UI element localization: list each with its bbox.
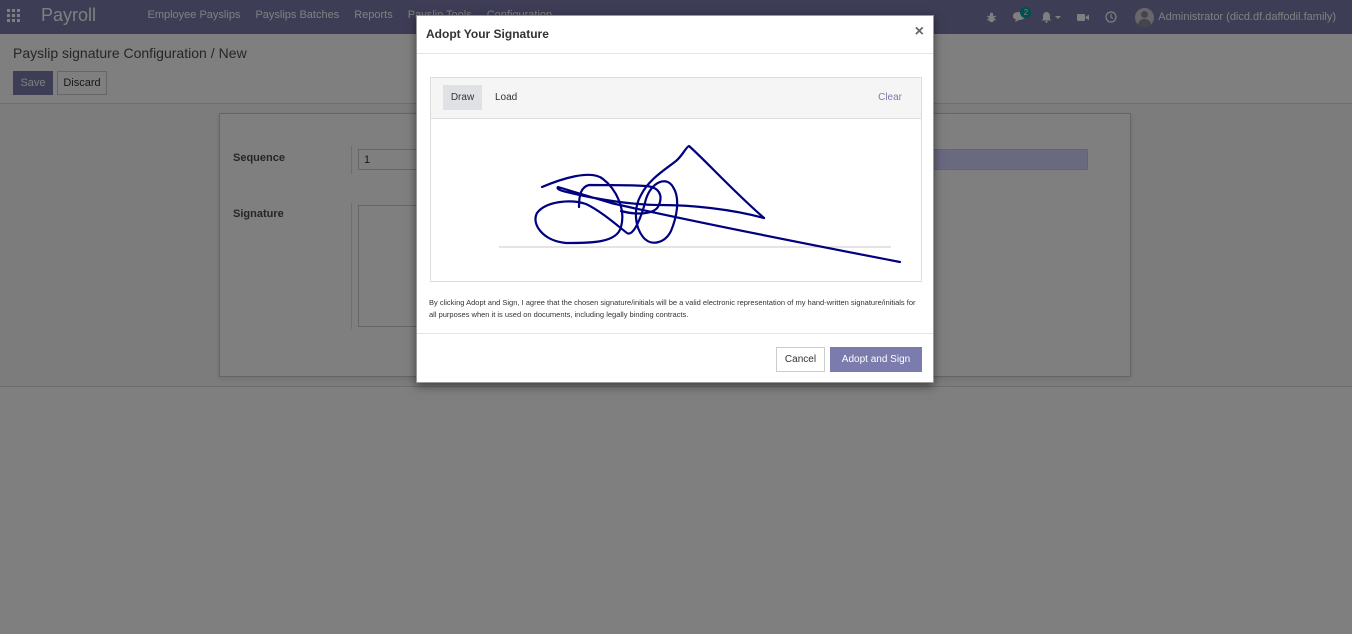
cancel-button[interactable]: Cancel [776, 347, 825, 372]
signature-canvas[interactable] [431, 119, 921, 281]
load-mode-button[interactable]: Load [488, 85, 524, 110]
signature-toolbar: Draw Load Clear [431, 78, 921, 119]
modal-header: Adopt Your Signature × [417, 16, 933, 54]
modal-title: Adopt Your Signature [426, 27, 549, 41]
adopt-signature-dialog: Adopt Your Signature × Draw Load Clear B… [416, 15, 934, 383]
adopt-and-sign-button[interactable]: Adopt and Sign [830, 347, 922, 372]
signature-stroke [577, 183, 662, 215]
signature-panel: Draw Load Clear [430, 77, 922, 282]
signature-stroke [556, 185, 902, 264]
signature-strokes [534, 144, 902, 264]
draw-mode-button[interactable]: Draw [443, 85, 482, 110]
signature-drawing [499, 144, 902, 264]
clear-link[interactable]: Clear [878, 92, 902, 103]
legal-disclaimer: By clicking Adopt and Sign, I agree that… [429, 298, 916, 319]
modal-footer: Cancel Adopt and Sign [417, 333, 933, 382]
close-icon[interactable]: × [915, 24, 924, 40]
